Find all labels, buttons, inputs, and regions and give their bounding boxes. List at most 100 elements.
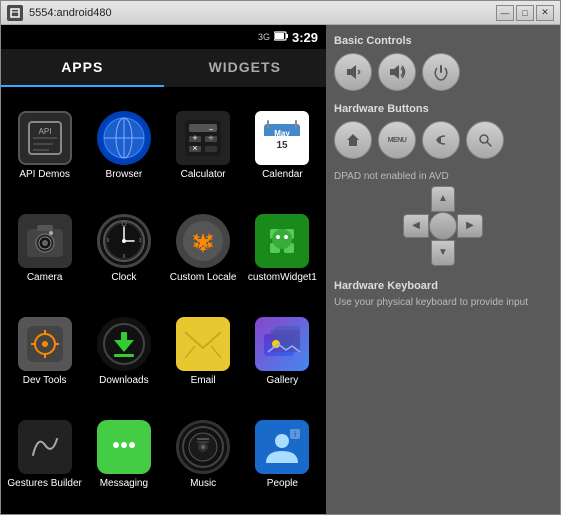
svg-text:i: i bbox=[294, 430, 296, 439]
keyboard-desc: Use your physical keyboard to provide in… bbox=[334, 295, 552, 310]
app-item-downloads[interactable]: Downloads bbox=[84, 301, 163, 404]
dpad-down-arrow: ▼ bbox=[438, 248, 448, 258]
power-button[interactable] bbox=[422, 53, 460, 91]
app-label-custom-locale: Custom Locale bbox=[170, 272, 237, 284]
dpad-left-arrow: ◀ bbox=[412, 221, 420, 231]
hardware-buttons-title: Hardware Buttons bbox=[334, 103, 552, 115]
app-item-dev-tools[interactable]: Dev Tools bbox=[5, 301, 84, 404]
app-icon-custom-locale bbox=[176, 214, 230, 268]
volume-up-button[interactable] bbox=[378, 53, 416, 91]
app-label-api-demos: API Demos bbox=[19, 169, 70, 181]
app-icon-custom-widget bbox=[255, 214, 309, 268]
app-item-api-demos[interactable]: API API Demos bbox=[5, 95, 84, 198]
dpad-center-button[interactable] bbox=[429, 212, 457, 240]
app-item-custom-widget[interactable]: customWidget1 bbox=[243, 198, 322, 301]
android-screen: 3G 3:29 APPS WIDGETS bbox=[1, 25, 326, 514]
dpad-container: ▲ ▼ ◀ ▶ bbox=[403, 186, 483, 266]
app-item-clock[interactable]: 12 3 6 9 Clock bbox=[84, 198, 163, 301]
main-content: 3G 3:29 APPS WIDGETS bbox=[1, 25, 560, 514]
app-icon-email bbox=[176, 317, 230, 371]
main-window: 5554:android480 — □ ✕ 3G 3:29 bbox=[0, 0, 561, 515]
svg-text:3: 3 bbox=[138, 238, 141, 244]
app-grid: API API Demos bbox=[1, 87, 326, 514]
hw-buttons-row: MENU bbox=[334, 121, 552, 159]
search-button[interactable] bbox=[466, 121, 504, 159]
window-controls: — □ ✕ bbox=[496, 5, 554, 21]
app-label-email: Email bbox=[191, 375, 216, 387]
app-label-clock: Clock bbox=[111, 272, 136, 284]
dpad-down-button[interactable]: ▼ bbox=[431, 240, 455, 266]
menu-button[interactable]: MENU bbox=[378, 121, 416, 159]
app-label-dev-tools: Dev Tools bbox=[23, 375, 67, 387]
app-item-people[interactable]: i People bbox=[243, 403, 322, 506]
window-title: 5554:android480 bbox=[29, 7, 496, 19]
dpad-left-button[interactable]: ◀ bbox=[403, 214, 429, 238]
dpad-section: DPAD not enabled in AVD ▲ ▼ ◀ ▶ bbox=[334, 171, 552, 266]
hardware-buttons-section: Hardware Buttons MENU bbox=[334, 103, 552, 159]
app-label-downloads: Downloads bbox=[99, 375, 148, 387]
app-item-browser[interactable]: Browser bbox=[84, 95, 163, 198]
app-icon-messaging bbox=[97, 420, 151, 474]
back-button[interactable] bbox=[422, 121, 460, 159]
app-item-gestures[interactable]: Gestures Builder bbox=[5, 403, 84, 506]
app-icon-calculator: − + ÷ × bbox=[176, 111, 230, 165]
app-icon-people: i bbox=[255, 420, 309, 474]
app-icon-gestures bbox=[18, 420, 72, 474]
svg-text:May: May bbox=[275, 129, 291, 138]
svg-text:÷: ÷ bbox=[209, 133, 214, 143]
basic-controls-title: Basic Controls bbox=[334, 35, 552, 47]
dpad-up-arrow: ▲ bbox=[438, 194, 448, 204]
app-icon-camera bbox=[18, 214, 72, 268]
app-label-calculator: Calculator bbox=[181, 169, 226, 181]
app-item-camera[interactable]: Camera bbox=[5, 198, 84, 301]
app-item-calculator[interactable]: − + ÷ × Calculator bbox=[164, 95, 243, 198]
app-icon-api-demos: API bbox=[18, 111, 72, 165]
home-button[interactable] bbox=[334, 121, 372, 159]
app-icon-downloads bbox=[97, 317, 151, 371]
volume-down-button[interactable] bbox=[334, 53, 372, 91]
svg-text:12: 12 bbox=[121, 222, 127, 228]
app-icon-clock: 12 3 6 9 bbox=[97, 214, 151, 268]
app-label-gallery: Gallery bbox=[267, 375, 299, 387]
app-label-custom-widget: customWidget1 bbox=[248, 272, 317, 284]
svg-text:+: + bbox=[192, 133, 197, 143]
app-icon-calendar: May 15 bbox=[255, 111, 309, 165]
close-button[interactable]: ✕ bbox=[536, 5, 554, 21]
app-item-calendar[interactable]: May 15 Calendar bbox=[243, 95, 322, 198]
battery-icon bbox=[274, 31, 288, 44]
basic-controls-row bbox=[334, 53, 552, 91]
svg-text:×: × bbox=[192, 143, 197, 153]
svg-text:API: API bbox=[38, 127, 51, 136]
status-bar: 3G 3:29 bbox=[1, 25, 326, 49]
app-item-music[interactable]: Music bbox=[164, 403, 243, 506]
app-item-email[interactable]: Email bbox=[164, 301, 243, 404]
app-tabs: APPS WIDGETS bbox=[1, 49, 326, 87]
keyboard-title: Hardware Keyboard bbox=[334, 278, 552, 295]
app-label-messaging: Messaging bbox=[100, 478, 148, 490]
dpad-up-button[interactable]: ▲ bbox=[431, 186, 455, 212]
app-label-camera: Camera bbox=[27, 272, 63, 284]
basic-controls-section: Basic Controls bbox=[334, 35, 552, 91]
tab-apps[interactable]: APPS bbox=[1, 49, 164, 85]
app-item-custom-locale[interactable]: Custom Locale bbox=[164, 198, 243, 301]
app-icon-gallery bbox=[255, 317, 309, 371]
minimize-button[interactable]: — bbox=[496, 5, 514, 21]
tab-widgets[interactable]: WIDGETS bbox=[164, 49, 327, 85]
dpad-right-arrow: ▶ bbox=[466, 221, 474, 231]
app-item-gallery[interactable]: Gallery bbox=[243, 301, 322, 404]
app-label-people: People bbox=[267, 478, 298, 490]
right-panel: Basic Controls bbox=[326, 25, 560, 514]
app-icon-browser bbox=[97, 111, 151, 165]
app-item-messaging[interactable]: Messaging bbox=[84, 403, 163, 506]
maximize-button[interactable]: □ bbox=[516, 5, 534, 21]
titlebar: 5554:android480 — □ ✕ bbox=[1, 1, 560, 25]
dpad-right-button[interactable]: ▶ bbox=[457, 214, 483, 238]
keyboard-section: Hardware Keyboard Use your physical keyb… bbox=[334, 278, 552, 310]
svg-text:6: 6 bbox=[122, 254, 125, 260]
svg-text:15: 15 bbox=[277, 140, 289, 151]
app-label-gestures: Gestures Builder bbox=[7, 478, 81, 490]
clock-time: 3:29 bbox=[292, 30, 318, 45]
app-icon-dev-tools bbox=[18, 317, 72, 371]
window-icon bbox=[7, 5, 23, 21]
dpad-label: DPAD not enabled in AVD bbox=[334, 171, 552, 182]
